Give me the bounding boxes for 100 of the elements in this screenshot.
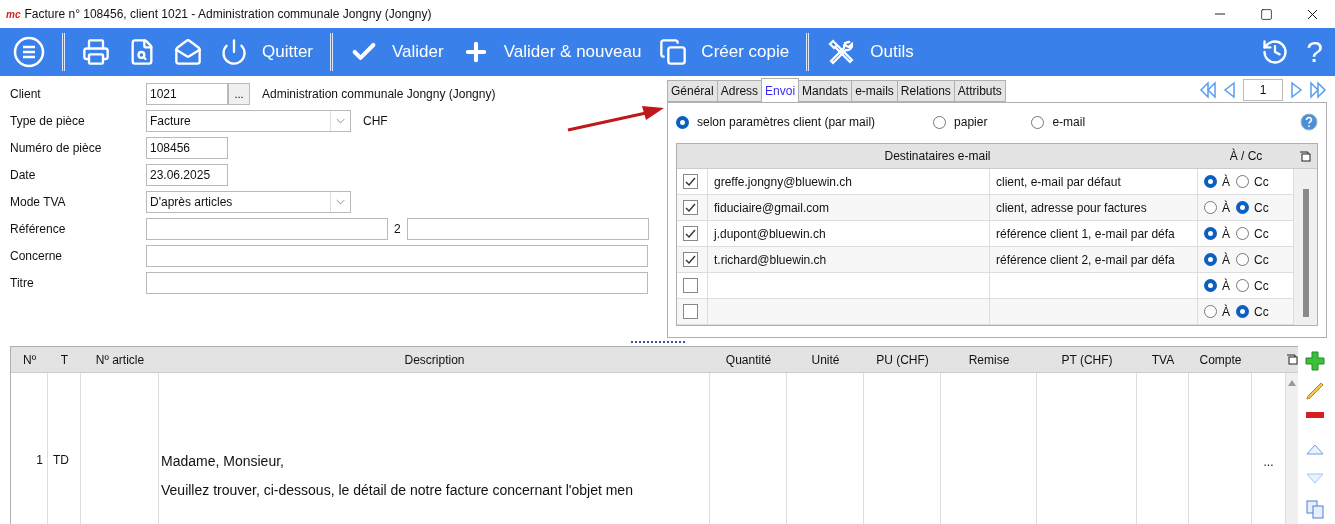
- radio-button[interactable]: [1236, 279, 1249, 292]
- browse-button[interactable]: ...: [228, 83, 250, 105]
- dropdown[interactable]: Facture: [146, 110, 351, 132]
- client-name: Administration communale Jongny (Jongny): [262, 87, 496, 101]
- radio-label: Cc: [1254, 252, 1269, 267]
- tab[interactable]: Relations: [896, 80, 955, 102]
- radio-button[interactable]: [1204, 175, 1217, 188]
- window-title: Facture n° 108456, client 1021 - Administration communale Jongny (Jongny): [24, 7, 433, 21]
- first-page-icon[interactable]: [1199, 81, 1217, 99]
- scroll-up-icon[interactable]: [1287, 379, 1297, 387]
- radio-button[interactable]: [933, 115, 947, 129]
- printer-icon: [82, 38, 110, 66]
- checkbox[interactable]: [683, 278, 698, 293]
- description-text: Madame, Monsieur,: [160, 453, 285, 469]
- table-cell: référence client 1, e-mail par défa: [990, 221, 1198, 247]
- currency-label: CHF: [363, 114, 388, 128]
- radio-button[interactable]: [1204, 279, 1217, 292]
- field-label: Titre: [10, 276, 35, 290]
- description-text: Veuillez trouver, ci-dessous, le détail de notre facture concernant l'objet men: [160, 482, 634, 498]
- field-label: Référence: [10, 222, 67, 236]
- tab[interactable]: Général: [667, 80, 718, 102]
- radio-label: Cc: [1254, 304, 1269, 319]
- move-up-icon: [1305, 442, 1325, 456]
- pencil-icon: [1305, 381, 1325, 401]
- add-icon: [1305, 351, 1325, 371]
- line-action-button[interactable]: [1304, 498, 1326, 520]
- radio-button[interactable]: [1204, 227, 1217, 240]
- toolbar-button[interactable]: Quitter: [213, 32, 321, 72]
- tab[interactable]: Mandats: [798, 80, 853, 102]
- maximize-icon[interactable]: [1259, 7, 1273, 21]
- line-action-button[interactable]: [1304, 350, 1326, 372]
- radio-button[interactable]: [1236, 201, 1249, 214]
- toolbar-button[interactable]: Valider: [343, 32, 451, 72]
- tab[interactable]: Attributs: [953, 80, 1006, 102]
- radio-button[interactable]: [1236, 305, 1249, 318]
- radio-button[interactable]: [1236, 253, 1249, 266]
- column-header: Destinataires e-mail: [677, 144, 1198, 169]
- input-field[interactable]: 23.06.2025: [146, 164, 228, 186]
- radio-button[interactable]: [1236, 227, 1249, 240]
- toolbar-button[interactable]: Outils: [819, 32, 921, 72]
- column-header: À / Cc: [1198, 144, 1294, 169]
- move-down-icon: [1305, 472, 1325, 486]
- duplicate-icon: [1305, 499, 1325, 519]
- radio-button[interactable]: [1236, 175, 1249, 188]
- input-field[interactable]: 108456: [146, 137, 228, 159]
- checkbox[interactable]: [683, 174, 698, 189]
- column-chooser-icon[interactable]: [1286, 354, 1298, 365]
- input-field[interactable]: [146, 245, 648, 267]
- line-action-button[interactable]: [1304, 380, 1326, 402]
- radio-label: À: [1222, 174, 1230, 189]
- table-cell: fiduciaire@gmail.com: [708, 195, 990, 221]
- radio-button[interactable]: [1031, 115, 1045, 129]
- radio-label: Cc: [1254, 200, 1269, 215]
- toolbar-button[interactable]: Valider & nouveau: [454, 32, 649, 72]
- input-field[interactable]: [146, 218, 388, 240]
- column-header: Unité: [787, 347, 864, 373]
- radio-button[interactable]: [1204, 305, 1217, 318]
- input-field[interactable]: [406, 218, 649, 240]
- previous-page-icon[interactable]: [1223, 81, 1237, 99]
- more-button[interactable]: ...: [1252, 453, 1285, 469]
- table-cell: client, e-mail par défaut: [990, 169, 1198, 195]
- line-action-button[interactable]: [1304, 410, 1326, 420]
- radio-label: Cc: [1254, 174, 1269, 189]
- radio-label: À: [1222, 304, 1230, 319]
- radio-button[interactable]: [676, 115, 689, 129]
- tab[interactable]: Adress: [716, 80, 763, 102]
- field-separator-label: 2: [394, 222, 401, 236]
- column-header: TVA: [1137, 347, 1189, 373]
- help-icon[interactable]: [1300, 113, 1318, 131]
- tab[interactable]: e-mails: [851, 80, 898, 102]
- radio-button[interactable]: [1204, 253, 1217, 266]
- client-field[interactable]: 1021: [146, 83, 228, 105]
- field-label: Numéro de pièce: [10, 141, 103, 155]
- copy-icon: [659, 38, 688, 66]
- radio-label: papier: [954, 115, 988, 129]
- last-page-icon[interactable]: [1309, 81, 1327, 99]
- help-button[interactable]: ?: [1300, 35, 1329, 69]
- remove-icon: [1305, 412, 1325, 418]
- dropdown[interactable]: D'après articles: [146, 191, 351, 213]
- radio-label: selon paramètres client (par mail): [697, 115, 876, 129]
- splitter-handle[interactable]: [630, 341, 685, 343]
- column-header: T: [48, 347, 81, 373]
- checkbox[interactable]: [683, 226, 698, 241]
- field-label: Mode TVA: [10, 195, 67, 209]
- field-label: Client: [10, 87, 42, 101]
- field-label: Type de pièce: [10, 114, 86, 128]
- scrollbar-thumb[interactable]: [1302, 189, 1309, 317]
- checkbox[interactable]: [683, 252, 698, 267]
- checkbox[interactable]: [683, 200, 698, 215]
- column-chooser-icon[interactable]: [1299, 150, 1311, 162]
- page-number-field[interactable]: 1: [1243, 79, 1283, 101]
- next-page-icon[interactable]: [1289, 81, 1303, 99]
- radio-button[interactable]: [1204, 201, 1217, 214]
- toolbar-button[interactable]: Créer copie: [652, 32, 797, 72]
- checkbox[interactable]: [683, 304, 698, 319]
- app-logo: mc: [6, 8, 21, 20]
- input-field[interactable]: [146, 272, 648, 294]
- table-cell: client, adresse pour factures: [990, 195, 1198, 221]
- history-icon: [1261, 38, 1290, 66]
- column-header: PU (CHF): [864, 347, 941, 373]
